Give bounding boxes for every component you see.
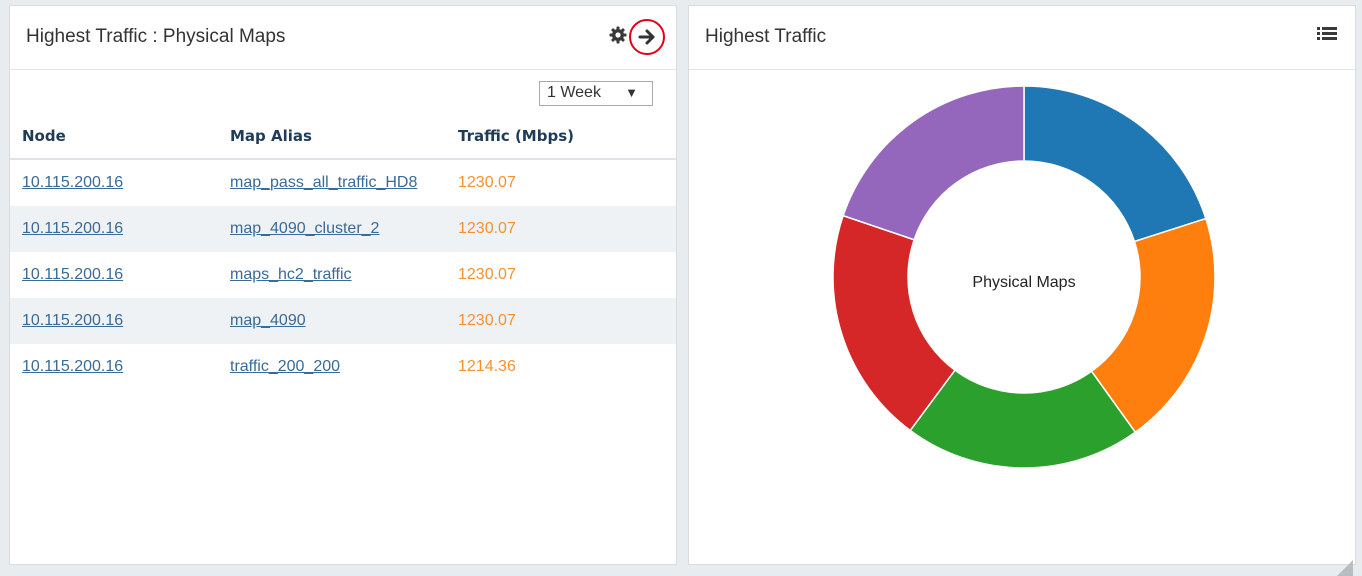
- panel-title: Highest Traffic: [705, 26, 827, 47]
- panel-header: Highest Traffic : Physical Maps: [10, 6, 676, 70]
- arrow-right-icon: [638, 29, 655, 45]
- column-header-traffic[interactable]: Traffic (Mbps): [458, 114, 676, 160]
- traffic-table-panel: Highest Traffic : Physical Maps 1 Week ▼…: [9, 5, 677, 565]
- donut-slice-map-pass-all-traffic-hd8[interactable]: [1023, 85, 1207, 243]
- donut-center-label: Physical Maps: [972, 274, 1075, 291]
- node-link[interactable]: 10.115.200.16: [22, 220, 123, 237]
- panel-title: Highest Traffic : Physical Maps: [26, 26, 286, 47]
- traffic-value: 1230.07: [458, 174, 516, 191]
- node-link[interactable]: 10.115.200.16: [22, 312, 123, 329]
- resize-handle[interactable]: [1337, 560, 1353, 576]
- traffic-value: 1230.07: [458, 220, 516, 237]
- donut-slice-traffic-200-200[interactable]: [842, 85, 1025, 241]
- map-alias-link[interactable]: map_pass_all_traffic_HD8: [230, 174, 417, 191]
- period-select[interactable]: 1 Week ▼: [539, 81, 653, 106]
- traffic-value: 1230.07: [458, 312, 516, 329]
- table-row: 10.115.200.16 map_4090 1230.07: [10, 298, 676, 344]
- donut-chart-container: Physical Maps: [829, 85, 1219, 481]
- donut-chart: Physical Maps: [832, 85, 1216, 469]
- map-alias-link[interactable]: map_4090_cluster_2: [230, 220, 379, 237]
- node-link[interactable]: 10.115.200.16: [22, 358, 123, 375]
- traffic-table: Node Map Alias Traffic (Mbps) 10.115.200…: [10, 114, 676, 390]
- table-row: 10.115.200.16 map_pass_all_traffic_HD8 1…: [10, 159, 676, 206]
- table-row: 10.115.200.16 maps_hc2_traffic 1230.07: [10, 252, 676, 298]
- gear-icon[interactable]: [608, 25, 628, 45]
- table-row: 10.115.200.16 map_4090_cluster_2 1230.07: [10, 206, 676, 252]
- traffic-value: 1230.07: [458, 266, 516, 283]
- map-alias-link[interactable]: maps_hc2_traffic: [230, 266, 352, 283]
- table-row: 10.115.200.16 traffic_200_200 1214.36: [10, 344, 676, 390]
- traffic-value: 1214.36: [458, 358, 516, 375]
- navigate-button[interactable]: [629, 19, 665, 55]
- caret-down-icon: ▼: [625, 85, 638, 100]
- table-header-row: Node Map Alias Traffic (Mbps): [10, 114, 676, 160]
- list-icon[interactable]: [1317, 26, 1337, 44]
- traffic-chart-panel: Highest Traffic Physical Maps: [688, 5, 1356, 576]
- panel-header: Highest Traffic: [689, 6, 1355, 70]
- map-alias-link[interactable]: traffic_200_200: [230, 358, 340, 375]
- node-link[interactable]: 10.115.200.16: [22, 266, 123, 283]
- node-link[interactable]: 10.115.200.16: [22, 174, 123, 191]
- column-header-node[interactable]: Node: [10, 114, 230, 160]
- period-value: 1 Week: [547, 84, 601, 101]
- map-alias-link[interactable]: map_4090: [230, 312, 306, 329]
- column-header-map-alias[interactable]: Map Alias: [230, 114, 458, 160]
